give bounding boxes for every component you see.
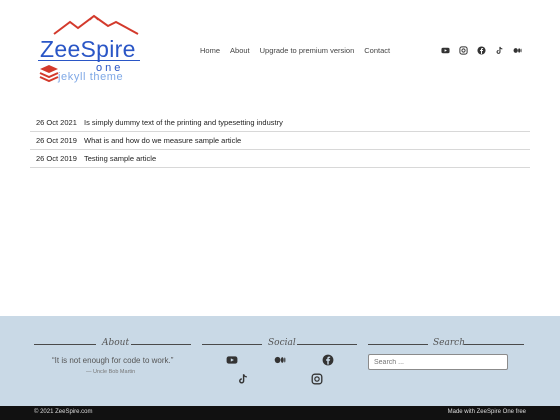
nav-upgrade[interactable]: Upgrade to premium version xyxy=(260,46,355,55)
search-divider-left xyxy=(368,344,428,345)
nav-about[interactable]: About xyxy=(230,46,250,55)
tiktok-icon[interactable] xyxy=(237,373,249,385)
nav-home[interactable]: Home xyxy=(200,46,220,55)
list-item[interactable]: 26 Oct 2019 What is and how do we measur… xyxy=(30,132,530,150)
post-title[interactable]: What is and how do we measure sample art… xyxy=(84,136,241,145)
instagram-icon[interactable] xyxy=(459,46,468,55)
post-title[interactable]: Is simply dummy text of the printing and… xyxy=(84,118,283,127)
post-list: 26 Oct 2021 Is simply dummy text of the … xyxy=(30,114,530,168)
copyright-text: © 2021 ZeeSpire.com xyxy=(34,409,93,415)
post-date: 26 Oct 2019 xyxy=(36,154,77,163)
about-quote-author: — Uncle Bob Martin xyxy=(86,369,136,375)
main-nav: Home About Upgrade to premium version Co… xyxy=(200,46,400,55)
site-header: ZeeSpire one jekyll theme Home About Upg… xyxy=(0,0,560,100)
layers-logo-icon xyxy=(39,65,59,83)
facebook-icon[interactable] xyxy=(322,354,334,366)
about-divider-left xyxy=(34,344,96,345)
social-divider-right xyxy=(297,344,357,345)
list-item[interactable]: 26 Oct 2019 Testing sample article xyxy=(30,150,530,168)
search-input[interactable] xyxy=(368,354,508,370)
about-quote: “It is not enough for code to work.” xyxy=(52,356,174,365)
bottom-bar: © 2021 ZeeSpire.com Made with ZeeSpire O… xyxy=(0,406,560,420)
search-divider-right xyxy=(464,344,524,345)
header-socials xyxy=(441,46,522,55)
nav-contact[interactable]: Contact xyxy=(364,46,390,55)
logo-underline xyxy=(38,60,140,61)
logo-tag: jekyll theme xyxy=(58,71,124,83)
tiktok-icon[interactable] xyxy=(495,46,504,55)
social-title: Social xyxy=(268,338,296,348)
instagram-icon[interactable] xyxy=(311,373,323,385)
made-with-text: Made with ZeeSpire One free xyxy=(447,409,526,415)
search-title: Search xyxy=(433,338,465,348)
social-divider-left xyxy=(202,344,262,345)
medium-icon[interactable] xyxy=(274,354,286,366)
post-date: 26 Oct 2021 xyxy=(36,118,77,127)
post-title[interactable]: Testing sample article xyxy=(84,154,156,163)
about-divider-right xyxy=(131,344,191,345)
site-logo[interactable]: ZeeSpire one jekyll theme xyxy=(34,14,144,92)
about-title: About xyxy=(102,338,130,348)
youtube-icon[interactable] xyxy=(226,354,238,366)
post-date: 26 Oct 2019 xyxy=(36,136,77,145)
list-item[interactable]: 26 Oct 2021 Is simply dummy text of the … xyxy=(30,114,530,132)
medium-icon[interactable] xyxy=(513,46,522,55)
facebook-icon[interactable] xyxy=(477,46,486,55)
site-footer: About “It is not enough for code to work… xyxy=(0,316,560,406)
youtube-icon[interactable] xyxy=(441,46,450,55)
logo-name: ZeeSpire xyxy=(40,36,136,62)
